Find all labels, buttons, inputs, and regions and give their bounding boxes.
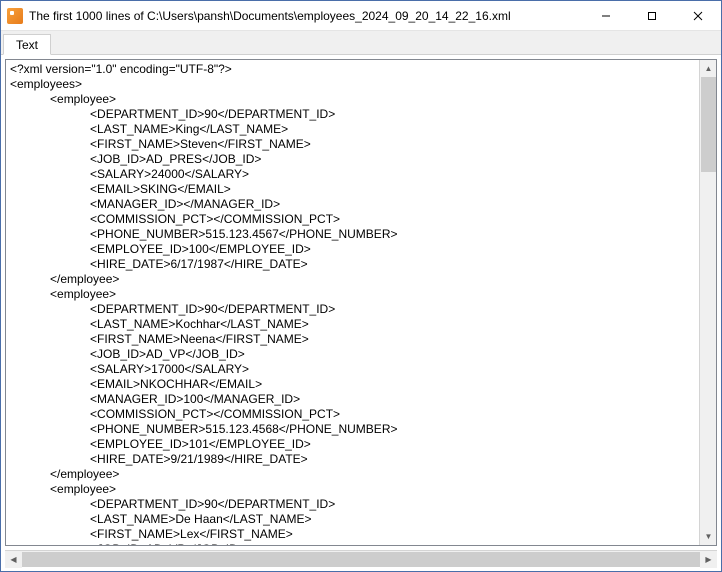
- xml-text[interactable]: <?xml version="1.0" encoding="UTF-8"?> <…: [6, 60, 699, 545]
- window-title: The first 1000 lines of C:\Users\pansh\D…: [29, 9, 583, 23]
- tab-text[interactable]: Text: [3, 34, 51, 55]
- content-area: <?xml version="1.0" encoding="UTF-8"?> <…: [1, 55, 721, 550]
- app-icon: [7, 8, 23, 24]
- text-viewer: <?xml version="1.0" encoding="UTF-8"?> <…: [5, 59, 717, 546]
- minimize-button[interactable]: [583, 1, 629, 30]
- window-controls: [583, 1, 721, 30]
- vertical-scroll-thumb[interactable]: [701, 77, 716, 172]
- tab-strip: Text: [1, 31, 721, 55]
- app-window: The first 1000 lines of C:\Users\pansh\D…: [0, 0, 722, 572]
- vertical-scrollbar[interactable]: ▲ ▼: [699, 60, 716, 545]
- scroll-up-icon[interactable]: ▲: [700, 60, 717, 77]
- close-button[interactable]: [675, 1, 721, 30]
- scroll-left-icon[interactable]: ◀: [5, 551, 22, 568]
- scroll-down-icon[interactable]: ▼: [700, 528, 717, 545]
- maximize-button[interactable]: [629, 1, 675, 30]
- horizontal-scrollbar[interactable]: ◀ ▶: [5, 550, 717, 567]
- scroll-right-icon[interactable]: ▶: [700, 551, 717, 568]
- titlebar[interactable]: The first 1000 lines of C:\Users\pansh\D…: [1, 1, 721, 31]
- horizontal-scroll-thumb[interactable]: [22, 552, 700, 567]
